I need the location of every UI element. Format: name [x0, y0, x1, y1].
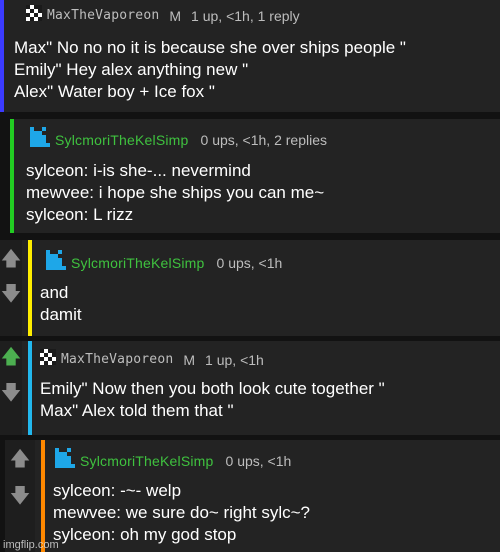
username-link[interactable]: SylcmoriTheKelSimp — [80, 453, 214, 469]
comment-body: sylceon: -~- welp mewvee: we sure do~ ri… — [53, 480, 310, 546]
comment-4: 🡅 🡇 MaxTheVaporeon M 1 up, <1h Emily" No… — [0, 341, 500, 435]
vote-column: 🡅 🡇 — [0, 240, 22, 336]
thread-bar — [10, 119, 14, 233]
vote-column: 🡅 🡇 — [0, 341, 22, 435]
comment-2: SylcmoriTheKelSimp 0 ups, <1h, 2 replies… — [10, 119, 500, 233]
down-arrow-icon[interactable]: 🡇 — [5, 482, 35, 508]
comment-line: Max" No no no it is because she over shi… — [14, 38, 406, 57]
checker-avatar-icon[interactable] — [40, 349, 56, 370]
mod-badge: M — [169, 7, 182, 24]
comment-line: mewvee: i hope she ships you can me~ — [26, 183, 325, 202]
down-arrow-icon[interactable]: 🡇 — [0, 280, 22, 306]
up-arrow-icon[interactable]: 🡅 — [5, 445, 35, 471]
comment-body: and damit — [40, 282, 82, 326]
comment-line: Alex" Water boy + Ice fox " — [14, 82, 215, 101]
thread-bar — [28, 240, 32, 336]
comment-line: sylceon: i-is she-... nevermind — [26, 161, 251, 180]
comment-body: sylceon: i-is she-... nevermind mewvee: … — [26, 160, 324, 226]
comment-line: Max" Alex told them that " — [40, 401, 234, 420]
blue-pixel-avatar-icon[interactable] — [55, 448, 75, 473]
comment-header: MaxTheVaporeon M 1 up, <1h — [40, 349, 264, 370]
comment-meta: 1 up, <1h, 1 reply — [191, 7, 300, 24]
checker-avatar-icon[interactable] — [26, 5, 42, 26]
comment-header: SylcmoriTheKelSimp 0 ups, <1h — [46, 250, 282, 275]
comment-line: sylceon: L rizz — [26, 205, 134, 224]
comment-header: SylcmoriTheKelSimp 0 ups, <1h, 2 replies — [30, 127, 327, 152]
comment-header: SylcmoriTheKelSimp 0 ups, <1h — [55, 448, 291, 473]
comment-body: Max" No no no it is because she over shi… — [14, 37, 406, 103]
comment-line: sylceon: -~- welp — [53, 481, 182, 500]
up-arrow-icon[interactable]: 🡅 — [0, 245, 22, 271]
comment-header: MaxTheVaporeon M 1 up, <1h, 1 reply — [26, 5, 300, 26]
blue-pixel-avatar-icon[interactable] — [30, 127, 50, 152]
thread-bar — [28, 341, 32, 435]
comment-line: damit — [40, 305, 82, 324]
comment-1: MaxTheVaporeon M 1 up, <1h, 1 reply Max"… — [0, 0, 500, 112]
comment-meta: 0 ups, <1h — [216, 254, 283, 271]
comment-line: sylceon: oh my god stop — [53, 525, 237, 544]
comment-3: 🡅 🡇 SylcmoriTheKelSimp 0 ups, <1h and da… — [0, 240, 500, 336]
thread-bar — [41, 440, 45, 552]
comment-meta: 0 ups, <1h, 2 replies — [200, 131, 328, 148]
comment-line: mewvee: we sure do~ right sylc~? — [53, 503, 311, 522]
comment-line: Emily" Hey alex anything new " — [14, 60, 249, 79]
mod-badge: M — [183, 351, 196, 368]
username-link[interactable]: MaxTheVaporeon — [47, 8, 159, 23]
comment-5: 🡅 🡇 SylcmoriTheKelSimp 0 ups, <1h sylceo… — [5, 440, 500, 552]
username-link[interactable]: MaxTheVaporeon — [61, 352, 173, 367]
imgflip-watermark: imgflip.com — [3, 539, 59, 551]
comment-body: Emily" Now then you both look cute toget… — [40, 378, 385, 422]
comment-line: Emily" Now then you both look cute toget… — [40, 379, 385, 398]
comment-meta: 1 up, <1h — [205, 351, 264, 368]
thread-bar — [0, 0, 4, 112]
blue-pixel-avatar-icon[interactable] — [46, 250, 66, 275]
comment-line: and — [40, 283, 69, 302]
comment-meta: 0 ups, <1h — [225, 452, 292, 469]
up-arrow-icon[interactable]: 🡅 — [0, 343, 22, 369]
down-arrow-icon[interactable]: 🡇 — [0, 379, 22, 405]
vote-column: 🡅 🡇 — [5, 440, 35, 552]
username-link[interactable]: SylcmoriTheKelSimp — [55, 132, 189, 148]
username-link[interactable]: SylcmoriTheKelSimp — [71, 255, 205, 271]
